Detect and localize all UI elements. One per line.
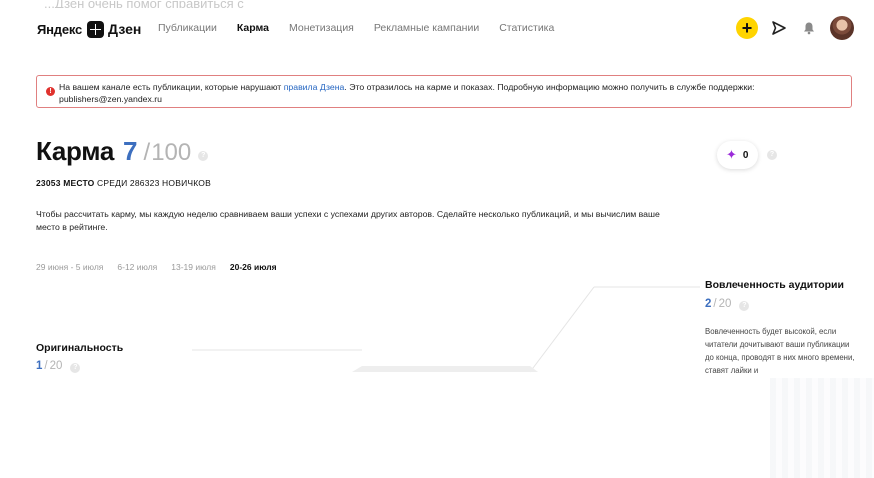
connector-engagement-diag — [529, 286, 595, 373]
originality-sep: / — [44, 360, 48, 372]
engagement-value: 2 / 20 ? — [705, 298, 750, 311]
engagement-total: 20 — [718, 298, 732, 310]
originality-value: 1 / 20 ? — [36, 360, 81, 373]
engagement-title: Вовлеченность аудитории — [705, 279, 844, 291]
blurred-overlay — [770, 378, 874, 478]
originality-total: 20 — [49, 360, 63, 372]
originality-score: 1 — [36, 360, 43, 372]
engagement-help-icon[interactable]: ? — [739, 301, 750, 311]
engagement-score: 2 — [705, 298, 712, 310]
karma-radar-chart — [192, 286, 700, 373]
engagement-description: Вовлеченность будет высокой, если читате… — [705, 327, 855, 375]
originality-title: Оригинальность — [36, 342, 124, 354]
originality-help-icon[interactable]: ? — [70, 363, 81, 373]
chart-shape — [352, 366, 538, 372]
engagement-sep: / — [713, 298, 717, 310]
